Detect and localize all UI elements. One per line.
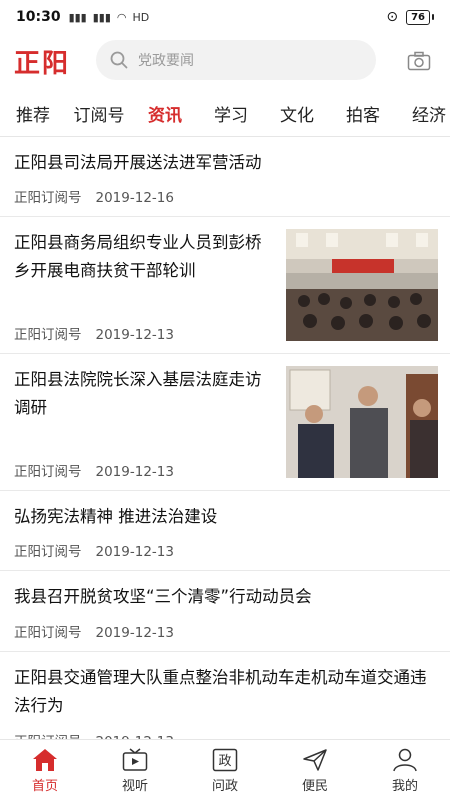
news-title: 正阳县司法局开展送法进军营活动: [14, 153, 262, 172]
search-placeholder: 党政要闻: [138, 53, 194, 69]
tab-economy[interactable]: 经济: [396, 101, 450, 126]
tv-icon: [121, 747, 149, 773]
lock-icon: ⊙: [386, 9, 399, 25]
news-source: 正阳订阅号: [14, 327, 82, 343]
tab-study[interactable]: 学习: [198, 101, 264, 126]
news-item[interactable]: 弘扬宪法精神 推进法治建设 正阳订阅号 2019-12-13: [0, 491, 450, 571]
news-item[interactable]: 我县召开脱贫攻坚“三个清零”行动动员会 正阳订阅号 2019-12-13: [0, 571, 450, 652]
news-date: 2019-12-13: [95, 327, 174, 343]
search-icon: [108, 49, 130, 71]
nav-label: 首页: [31, 779, 58, 794]
status-time: 10:30: [16, 9, 61, 25]
status-bar: 10:30 ▮▮▮ ▮▮▮ ◠ HD ⊙ 76: [0, 0, 450, 34]
news-meta: 正阳订阅号 2019-12-13: [14, 460, 174, 480]
nav-profile[interactable]: 我的: [360, 740, 450, 801]
news-date: 2019-12-16: [95, 190, 174, 206]
tab-recommend[interactable]: 推荐: [0, 101, 66, 126]
wifi-icon: ◠: [116, 10, 127, 24]
tab-subscriptions[interactable]: 订阅号: [66, 101, 132, 126]
news-source: 正阳订阅号: [14, 625, 82, 641]
nav-video[interactable]: 视听: [90, 740, 180, 801]
news-title: 正阳县交通管理大队重点整治非机动车走机动车道交通违法行为: [14, 668, 427, 715]
news-item[interactable]: 正阳县商务局组织专业人员到彭桥乡开展电商扶贫干部轮训 正阳订阅号 2019-12-…: [0, 217, 450, 354]
news-title: 弘扬宪法精神 推进法治建设: [14, 507, 218, 526]
news-meta: 正阳订阅号 2019-12-16: [14, 186, 174, 206]
news-thumbnail: [286, 366, 438, 478]
news-date: 2019-12-13: [95, 625, 174, 641]
news-item[interactable]: 正阳县法院院长深入基层法庭走访调研 正阳订阅号 2019-12-13: [0, 354, 450, 491]
tab-paike[interactable]: 拍客: [330, 101, 396, 126]
battery-icon: 76: [406, 9, 434, 25]
news-date: 2019-12-13: [95, 464, 174, 480]
nav-label: 便民: [301, 779, 328, 794]
wenzheng-icon: 政: [211, 747, 239, 773]
app-header: 正阳 党政要闻: [0, 34, 450, 88]
signal-icon-2: ▮▮▮: [92, 10, 111, 24]
news-item[interactable]: 正阳县司法局开展送法进军营活动 正阳订阅号 2019-12-16: [0, 137, 450, 217]
news-title: 我县召开脱贫攻坚“三个清零”行动动员会: [14, 587, 312, 606]
nav-label: 我的: [391, 779, 418, 794]
nav-home[interactable]: 首页: [0, 740, 90, 801]
camera-icon[interactable]: [406, 49, 432, 73]
news-list: 正阳县司法局开展送法进军营活动 正阳订阅号 2019-12-16 正阳县商务局组织…: [0, 137, 450, 762]
nav-label: 问政: [211, 779, 238, 794]
news-title: 正阳县法院院长深入基层法庭走访调研: [14, 370, 262, 417]
category-tabs: 推荐 订阅号 资讯 学习 文化 拍客 经济: [0, 90, 450, 136]
app-logo: 正阳: [14, 48, 71, 79]
news-meta: 正阳订阅号 2019-12-13: [14, 540, 174, 560]
news-source: 正阳订阅号: [14, 544, 82, 560]
news-source: 正阳订阅号: [14, 190, 82, 206]
wenzheng-glyph: 政: [218, 754, 231, 769]
signal-icon: ▮▮▮: [68, 10, 87, 24]
nav-label: 视听: [121, 779, 148, 794]
news-meta: 正阳订阅号 2019-12-13: [14, 323, 174, 343]
news-meta: 正阳订阅号 2019-12-13: [14, 621, 174, 641]
bottom-nav: 首页 视听 政 问政 便民 我的: [0, 739, 450, 801]
nav-convenience[interactable]: 便民: [270, 740, 360, 801]
battery-level: 76: [406, 9, 430, 25]
news-source: 正阳订阅号: [14, 464, 82, 480]
nav-wenzheng[interactable]: 政 问政: [180, 740, 270, 801]
hd-badge: HD: [132, 10, 150, 24]
news-date: 2019-12-13: [95, 544, 174, 560]
news-thumbnail: [286, 229, 438, 341]
tab-culture[interactable]: 文化: [264, 101, 330, 126]
send-icon: [301, 747, 329, 773]
user-icon: [391, 747, 419, 773]
news-title: 正阳县商务局组织专业人员到彭桥乡开展电商扶贫干部轮训: [14, 233, 262, 280]
home-icon: [31, 747, 59, 773]
search-bar[interactable]: 党政要闻: [96, 40, 376, 80]
tab-news[interactable]: 资讯: [132, 101, 198, 126]
